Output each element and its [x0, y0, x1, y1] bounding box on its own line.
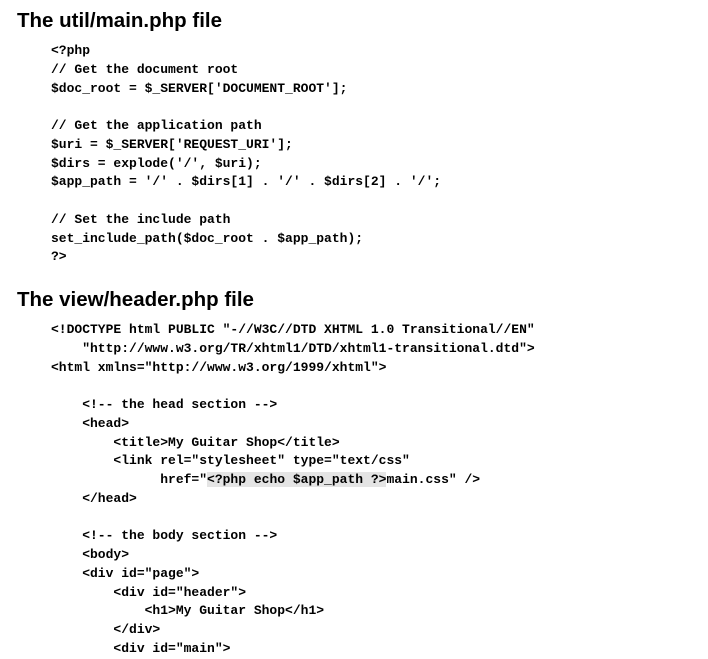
code-line-highlighted: href="<?php echo $app_path ?>main.css" /…: [51, 471, 535, 490]
code-line: <div id="header">: [51, 584, 247, 600]
code-line: </div>: [51, 622, 161, 637]
code-line: <link rel="stylesheet" type="text/css": [51, 453, 410, 469]
code-line: $uri = $_SERVER['REQUEST_URI'];: [51, 136, 293, 152]
code-line: <body>: [51, 547, 130, 562]
code-line: <?php: [51, 43, 91, 58]
code-line: set_include_path($doc_root . $app_path);: [51, 230, 364, 246]
code-line: <div id="page">: [51, 565, 200, 581]
section-heading-main-php: The util/main.php file: [17, 9, 222, 32]
code-block-header-php: <!DOCTYPE html PUBLIC "-//W3C//DTD XHTML…: [51, 321, 535, 659]
code-line-prefix: href=": [51, 472, 208, 487]
code-line: <!DOCTYPE html PUBLIC "-//W3C//DTD XHTML…: [51, 322, 535, 337]
code-line: <h1>My Guitar Shop</h1>: [51, 603, 325, 619]
code-line: <div id="main">: [51, 640, 231, 656]
code-line: // Set the include path: [51, 211, 231, 227]
code-line: ?>: [51, 249, 67, 265]
code-line: // Get the document root: [51, 61, 239, 77]
code-line: <!-- the head section -->: [51, 397, 278, 412]
code-line: // Get the application path: [51, 118, 262, 133]
section-heading-header-php: The view/header.php file: [17, 288, 254, 311]
embedded-php-highlight: <?php echo $app_path ?>: [207, 472, 387, 487]
code-line: <html xmlns="http://www.w3.org/1999/xhtm…: [51, 359, 387, 375]
code-line: $app_path = '/' . $dirs[1] . '/' . $dirs…: [51, 174, 442, 190]
code-line: "http://www.w3.org/TR/xhtml1/DTD/xhtml1-…: [51, 340, 535, 356]
code-line-suffix: main.css" />: [386, 472, 481, 487]
code-block-main-php: <?php // Get the document root $doc_root…: [51, 42, 441, 267]
code-line: $doc_root = $_SERVER['DOCUMENT_ROOT'];: [51, 80, 348, 96]
code-line: </head>: [51, 490, 137, 506]
code-line: <title>My Guitar Shop</title>: [51, 434, 340, 450]
code-line: <!-- the body section -->: [51, 528, 278, 544]
code-line: <head>: [51, 415, 130, 431]
code-line: $dirs = explode('/', $uri);: [51, 155, 262, 171]
